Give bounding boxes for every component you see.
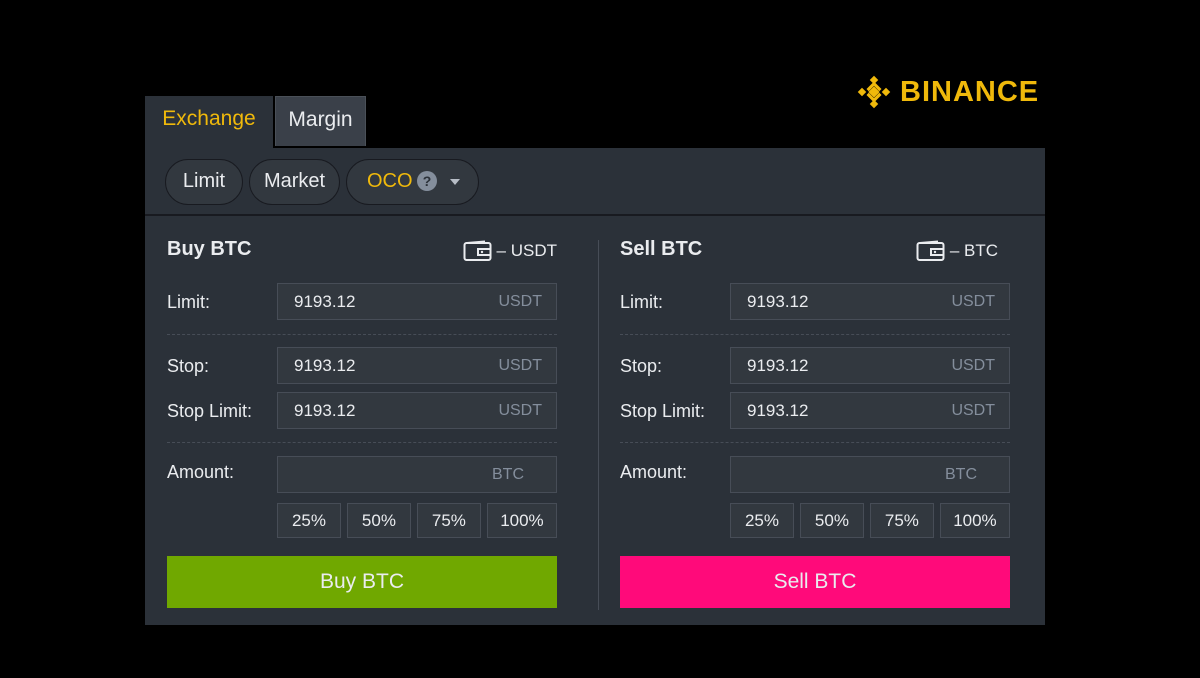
sell-limit-label: Limit: [620, 292, 664, 312]
buy-pct-100-button[interactable]: 100% [486, 503, 557, 538]
buy-stop-value: 9193.12 [294, 355, 356, 375]
order-type-bar: Limit Market OCO ? [145, 148, 1045, 216]
sell-amount-unit: BTC [945, 465, 977, 483]
sell-stop-unit: USDT [951, 356, 995, 374]
wallet-icon [463, 240, 492, 261]
sell-percent-row: 25% 50% 75% 100% [730, 503, 1010, 538]
buy-stop-limit-input[interactable]: 9193.12 USDT [277, 392, 557, 429]
sell-btc-button[interactable]: Sell BTC [620, 556, 1010, 608]
buy-percent-row: 25% 50% 75% 100% [277, 503, 557, 538]
sell-pct-100-button[interactable]: 100% [939, 503, 1010, 538]
question-icon[interactable]: ? [417, 171, 437, 191]
sell-wallet-balance: – BTC [949, 241, 998, 260]
sell-stop-limit-unit: USDT [951, 401, 995, 419]
buy-amount-label: Amount: [167, 462, 235, 482]
buy-limit-input[interactable]: 9193.12 USDT [277, 283, 557, 320]
sell-pct-25-button[interactable]: 25% [730, 503, 794, 538]
order-type-oco-label: OCO [367, 170, 413, 192]
buy-wallet-balance: – USDT [496, 241, 557, 260]
buy-pct-50-button[interactable]: 50% [346, 503, 411, 538]
buy-stop-input[interactable]: 9193.12 USDT [277, 347, 557, 384]
sell-stop-limit-label: Stop Limit: [620, 401, 706, 421]
buy-pct-25-button[interactable]: 25% [277, 503, 341, 538]
side-divider [598, 240, 599, 610]
order-panel: Limit Market OCO ? Buy BTC – USDT Limit:… [145, 148, 1045, 625]
sell-wallet: – BTC [916, 240, 998, 262]
sell-amount-input[interactable]: BTC [730, 456, 1010, 493]
sell-limit-value: 9193.12 [747, 291, 809, 311]
binance-logo: BINANCE [856, 74, 1039, 110]
sell-limit-unit: USDT [951, 292, 995, 310]
sell-stop-limit-input[interactable]: 9193.12 USDT [730, 392, 1010, 429]
buy-limit-label: Limit: [167, 292, 211, 312]
trade-widget-stage: BINANCE Exchange Margin Limit Market OCO… [0, 0, 1200, 678]
buy-title: Buy BTC [167, 238, 252, 260]
sell-limit-input[interactable]: 9193.12 USDT [730, 283, 1010, 320]
buy-btc-button[interactable]: Buy BTC [167, 556, 557, 608]
sell-pct-75-button[interactable]: 75% [869, 503, 934, 538]
sell-stop-value: 9193.12 [747, 355, 809, 375]
wallet-icon [916, 240, 945, 261]
buy-divider-2 [167, 442, 557, 443]
buy-stop-limit-unit: USDT [498, 401, 542, 419]
sell-pct-50-button[interactable]: 50% [799, 503, 864, 538]
order-type-oco[interactable]: OCO ? [346, 159, 479, 205]
sell-amount-label: Amount: [620, 462, 688, 482]
sell-divider-1 [620, 334, 1010, 335]
tab-exchange[interactable]: Exchange [145, 96, 273, 148]
brand-name: BINANCE [900, 75, 1040, 108]
sell-divider-2 [620, 442, 1010, 443]
buy-stop-unit: USDT [498, 356, 542, 374]
buy-stop-limit-value: 9193.12 [294, 400, 356, 420]
buy-limit-value: 9193.12 [294, 291, 356, 311]
sell-title: Sell BTC [620, 238, 703, 260]
buy-stop-label: Stop: [167, 356, 210, 376]
buy-wallet: – USDT [463, 240, 557, 262]
buy-limit-unit: USDT [498, 292, 542, 310]
buy-amount-input[interactable]: BTC [277, 456, 557, 493]
binance-mark-icon [857, 75, 891, 109]
buy-pct-75-button[interactable]: 75% [416, 503, 481, 538]
buy-divider-1 [167, 334, 557, 335]
buy-amount-unit: BTC [492, 465, 524, 483]
caret-down-icon[interactable] [450, 179, 460, 185]
order-type-market[interactable]: Market [249, 159, 340, 205]
tab-margin[interactable]: Margin [275, 96, 366, 146]
order-type-limit[interactable]: Limit [165, 159, 243, 205]
buy-stop-limit-label: Stop Limit: [167, 401, 253, 421]
buy-form: Buy BTC – USDT Limit: 9193.12 USDT Stop:… [167, 216, 557, 616]
sell-stop-input[interactable]: 9193.12 USDT [730, 347, 1010, 384]
sell-form: Sell BTC – BTC Limit: 9193.12 USDT Stop:… [620, 216, 1010, 616]
sell-stop-limit-value: 9193.12 [747, 400, 809, 420]
sell-stop-label: Stop: [620, 356, 663, 376]
